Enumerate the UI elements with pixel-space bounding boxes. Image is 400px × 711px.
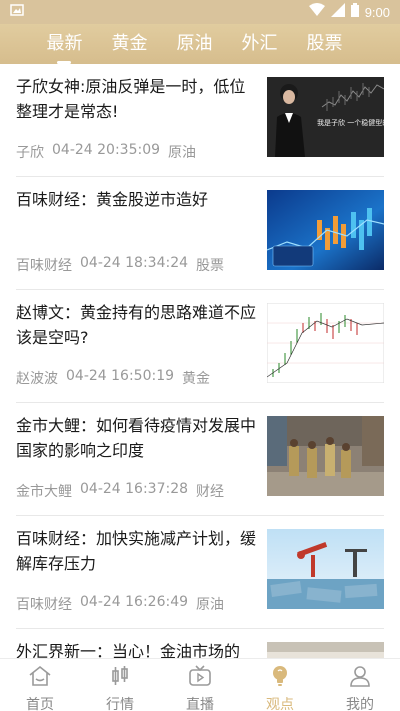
home-icon — [28, 665, 52, 691]
nav-label: 我的 — [346, 697, 374, 711]
article-category: 原油 — [196, 597, 225, 613]
article-category: 股票 — [196, 258, 225, 274]
article-author: 百味财经 — [16, 258, 72, 274]
bulb-icon — [268, 665, 292, 691]
article-datetime: 04-24 16:26:49 — [80, 594, 189, 610]
article-title: 外汇界新一：当心！金油市场的 — [16, 642, 241, 658]
nav-opinion[interactable]: 观点 — [240, 659, 320, 711]
nav-profile[interactable]: 我的 — [320, 659, 400, 711]
article-datetime: 04-24 16:37:28 — [80, 481, 189, 497]
live-icon — [188, 665, 212, 691]
article-thumbnail — [267, 190, 384, 270]
nav-label: 首页 — [26, 697, 54, 711]
article-item[interactable]: 百味财经：加快实施减产计划，缓解库存压力 百味财经 04-24 16:26:49… — [16, 516, 384, 629]
article-category: 黄金 — [182, 371, 211, 387]
wifi-icon — [308, 3, 325, 21]
article-title: 子欣女神:原油反弹是一时，低位整理才是常态! — [16, 77, 246, 121]
nav-market[interactable]: 行情 — [80, 659, 160, 711]
tab-stocks[interactable]: 股票 — [292, 24, 357, 64]
article-item[interactable]: 子欣女神:原油反弹是一时，低位整理才是常态! 子欣 04-24 20:35:09… — [16, 64, 384, 177]
article-meta: 子欣 04-24 20:35:09 原油 — [16, 142, 196, 162]
image-notification-icon — [10, 3, 24, 21]
nav-label: 行情 — [106, 697, 134, 711]
article-thumbnail — [267, 642, 384, 658]
profile-icon — [348, 665, 372, 691]
article-author: 金市大鲤 — [16, 484, 72, 500]
bottom-navigation: 首页 行情 直播 观点 我的 — [0, 658, 400, 711]
article-meta: 赵波波 04-24 16:50:19 黄金 — [16, 368, 210, 388]
article-author: 赵波波 — [16, 371, 58, 387]
article-title: 百味财经：黄金股逆市造好 — [16, 190, 209, 209]
nav-label: 观点 — [266, 697, 294, 711]
nav-live[interactable]: 直播 — [160, 659, 240, 711]
article-datetime: 04-24 20:35:09 — [52, 142, 161, 158]
article-thumbnail — [267, 416, 384, 496]
article-item[interactable]: 金市大鲤：如何看待疫情对发展中国家的影响之印度 金市大鲤 04-24 16:37… — [16, 403, 384, 516]
article-item[interactable]: 赵博文：黄金持有的思路难道不应该是空吗? 赵波波 04-24 16:50:19 … — [16, 290, 384, 403]
signal-icon — [330, 3, 345, 21]
tab-crude-oil[interactable]: 原油 — [162, 24, 227, 64]
article-title: 百味财经：加快实施减产计划，缓解库存压力 — [16, 529, 257, 573]
category-tabs: 最新 黄金 原油 外汇 股票 — [0, 24, 400, 64]
article-meta: 金市大鲤 04-24 16:37:28 财经 — [16, 481, 224, 501]
article-thumbnail — [267, 529, 384, 609]
nav-home[interactable]: 首页 — [0, 659, 80, 711]
article-category: 财经 — [196, 484, 225, 500]
tab-forex[interactable]: 外汇 — [227, 24, 292, 64]
battery-icon — [350, 3, 359, 21]
article-item[interactable]: 百味财经：黄金股逆市造好 百味财经 04-24 18:34:24 股票 — [16, 177, 384, 290]
nav-label: 直播 — [186, 697, 214, 711]
article-item[interactable]: 外汇界新一：当心！金油市场的 — [16, 629, 384, 658]
thumbnail-caption: 我是子欣 一个稳健型的投资人 — [317, 118, 384, 127]
tab-gold[interactable]: 黄金 — [97, 24, 162, 64]
article-list: 子欣女神:原油反弹是一时，低位整理才是常态! 子欣 04-24 20:35:09… — [0, 64, 400, 658]
article-author: 子欣 — [16, 145, 44, 161]
article-category: 原油 — [168, 145, 197, 161]
article-title: 金市大鲤：如何看待疫情对发展中国家的影响之印度 — [16, 416, 257, 460]
article-title: 赵博文：黄金持有的思路难道不应该是空吗? — [16, 303, 257, 347]
article-thumbnail — [267, 303, 384, 383]
article-meta: 百味财经 04-24 16:26:49 原油 — [16, 594, 224, 614]
clock: 9:00 — [364, 4, 390, 20]
tab-latest[interactable]: 最新 — [32, 24, 97, 64]
market-icon — [108, 665, 132, 691]
article-meta: 百味财经 04-24 18:34:24 股票 — [16, 255, 224, 275]
article-thumbnail: 我是子欣 一个稳健型的投资人 — [267, 77, 384, 157]
article-author: 百味财经 — [16, 597, 72, 613]
article-datetime: 04-24 18:34:24 — [80, 255, 189, 271]
article-datetime: 04-24 16:50:19 — [66, 368, 175, 384]
status-bar: 9:00 — [0, 0, 400, 24]
